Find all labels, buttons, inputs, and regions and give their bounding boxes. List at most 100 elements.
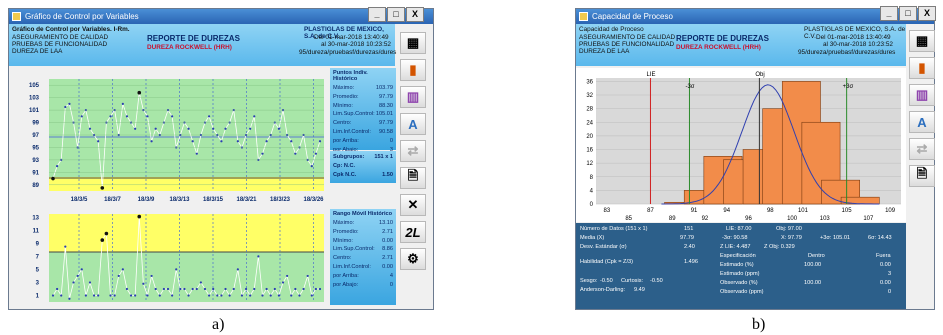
document-icon[interactable]: 🗎 — [400, 167, 426, 189]
range-point — [228, 294, 231, 297]
range-point — [318, 287, 322, 291]
hist-x-tick-upper: 98 — [767, 208, 774, 214]
data-point — [253, 115, 256, 118]
ad-value: 9.49 — [634, 287, 645, 293]
range-point — [207, 294, 211, 297]
range-stat-label: Máximo: — [333, 220, 355, 226]
range-stat-row: Promedio: 2.71 — [330, 228, 396, 237]
colors-icon[interactable]: ▥ — [400, 86, 426, 108]
x-tick-label: 18/3/26 — [303, 197, 324, 203]
hist-x-tick-lower: 107 — [863, 216, 874, 222]
data-point — [318, 140, 322, 143]
data-point — [146, 115, 149, 118]
range-point — [253, 287, 256, 291]
app-icon — [12, 12, 21, 21]
font-icon[interactable]: A — [400, 113, 426, 135]
swap-icon[interactable]: ⇄ — [400, 140, 426, 162]
range-stat-value: 4 — [389, 272, 393, 279]
range-stat-value: 0 — [389, 281, 393, 288]
table-icon[interactable]: ▦ — [400, 32, 426, 54]
close-button[interactable]: X — [406, 7, 424, 22]
indiv-stat-row: Lim.Inf.Control: 90.58 — [330, 128, 396, 137]
close-button-b[interactable]: X — [918, 6, 936, 21]
bar-chart-icon-b[interactable]: ▮ — [909, 57, 935, 79]
data-point — [265, 140, 268, 143]
close-icon[interactable]: ✕ — [400, 194, 426, 216]
range-point — [224, 287, 227, 291]
chart-type-label: Gráfico de Control por Variables. I-Rm. — [12, 26, 130, 33]
range-point — [171, 294, 174, 297]
range-point — [154, 287, 157, 291]
y-tick-label: 95 — [32, 145, 39, 151]
range-y-tick-label: 5 — [36, 267, 40, 273]
range-point — [158, 294, 161, 297]
zl-icon[interactable]: 2L — [400, 221, 426, 243]
range-point — [183, 287, 186, 291]
hist-y-tick-label: 24 — [586, 120, 593, 126]
hist-y-tick-label: 36 — [586, 79, 593, 85]
curtosis-value: -0.50 — [650, 278, 663, 284]
range-stat-label: Centro: — [333, 255, 352, 262]
swap-icon-b[interactable]: ⇄ — [909, 138, 935, 160]
individuals-x-ticks: 18/3/5 18/3/7 18/3/9 18/3/13 18/3/15 18/3/21 1… — [71, 197, 325, 203]
est-pct-out: 0.00 — [880, 262, 891, 268]
range-point — [92, 294, 96, 297]
b-file-path: 95/dureza/pruebasf/durezas/dures — [798, 49, 896, 56]
indiv-stat-row: por Arriba: 0 — [330, 137, 396, 146]
bar-chart-icon[interactable]: ▮ — [400, 59, 426, 81]
indiv-stat-label: Mínimo: — [333, 102, 353, 109]
range-point — [302, 287, 305, 291]
colors-icon-b[interactable]: ▥ — [909, 84, 935, 106]
window-a-controls: _ □ X — [368, 7, 424, 22]
product-label: DUREZA DE LAA — [12, 48, 63, 55]
habilidad-value: 1.496 — [684, 259, 698, 265]
table-icon-b[interactable]: ▦ — [909, 30, 935, 52]
range-point — [232, 287, 235, 291]
data-point — [261, 152, 264, 155]
data-point — [134, 127, 137, 130]
data-point — [56, 165, 59, 168]
minimize-button[interactable]: _ — [368, 7, 386, 22]
hist-x-tick-upper: 109 — [885, 208, 896, 214]
range-point — [175, 268, 178, 271]
window-b-controls: _ □ X — [880, 6, 936, 21]
maximize-button-b[interactable]: □ — [899, 6, 917, 21]
range-point — [60, 294, 63, 297]
range-point — [195, 287, 198, 291]
range-point — [64, 245, 67, 248]
maximize-button[interactable]: □ — [387, 7, 405, 22]
b-dept-label: ASEGURAMIENTO DE CALIDAD — [579, 34, 676, 41]
range-point — [261, 294, 264, 297]
indiv-stat-value: 97.79 — [379, 93, 393, 100]
data-point — [212, 127, 215, 130]
range-point — [240, 294, 244, 297]
habilidad-label: Habilidad (Cpk = Z/3) — [580, 259, 634, 265]
data-point — [100, 186, 105, 190]
dept-label: ASEGURAMIENTO DE CALIDAD — [12, 34, 109, 41]
green-zone — [49, 79, 324, 182]
obs-ppm-out: 0 — [888, 289, 892, 295]
indiv-stat-row: Máximo: 103.79 — [330, 84, 396, 93]
range-stat-value: 13.10 — [379, 220, 393, 226]
tools-icon[interactable]: ⚙ — [400, 248, 426, 270]
minimize-button-b[interactable]: _ — [880, 6, 898, 21]
range-stat-value: 0.00 — [382, 237, 393, 244]
data-point — [249, 127, 252, 130]
data-point — [80, 115, 83, 118]
data-point — [88, 127, 92, 130]
y-tick-label: 91 — [32, 170, 39, 176]
y-tick-label: 97 — [32, 133, 39, 139]
cap-value: 151 x 1 — [374, 154, 393, 160]
data-point — [207, 115, 211, 118]
data-point — [137, 90, 142, 95]
font-icon-b[interactable]: A — [909, 111, 935, 133]
hist-x-tick-upper: 87 — [647, 208, 654, 214]
indiv-stat-label: Centro: — [333, 120, 352, 127]
obj-label: Obj — [755, 72, 764, 78]
range-point — [97, 294, 100, 297]
indiv-stat-row: Mínimo: 88.30 — [330, 102, 396, 111]
document-icon-b[interactable]: 🗎 — [909, 165, 935, 187]
data-point — [191, 140, 194, 143]
cap-row: Cp: N.C. — [330, 162, 396, 171]
date-from: Del 01-mar-2018 13:40:49 — [314, 34, 389, 41]
